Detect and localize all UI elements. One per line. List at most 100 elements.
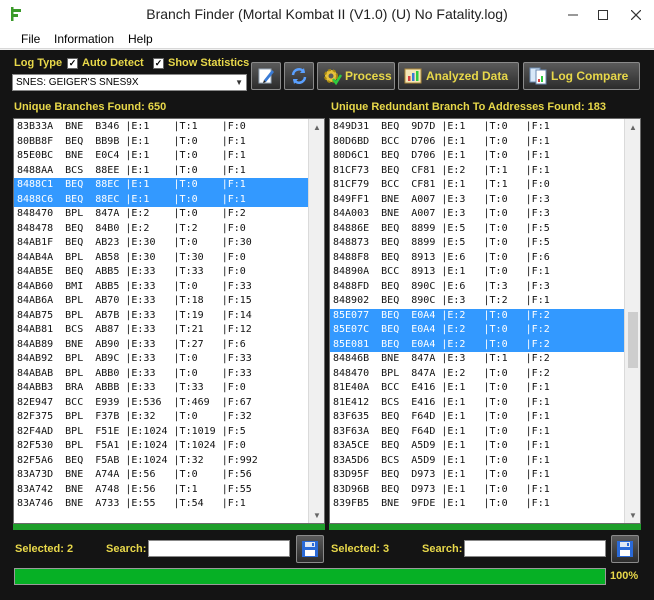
edit-button[interactable] (251, 62, 281, 90)
list-row[interactable]: 83D95F BEQ D973 |E:1 |T:0 |F:1 (330, 468, 625, 483)
analyzed-data-button[interactable]: Analyzed Data (398, 62, 519, 90)
right-save-button[interactable] (611, 535, 639, 563)
list-row[interactable]: 84AB5E BEQ ABB5 |E:33 |T:33 |F:0 (14, 265, 309, 280)
scroll-down-icon[interactable]: ▼ (625, 507, 640, 523)
list-row[interactable]: 839FB5 BNE 9FDE |E:1 |T:0 |F:1 (330, 497, 625, 512)
right-branch-rows: 849D31 BEQ 9D7D |E:1 |T:0 |F:1 80D6BD BCC… (330, 120, 625, 512)
left-selected-count: Selected: 2 (15, 543, 74, 555)
list-row[interactable]: 83A73D BNE A74A |E:56 |T:0 |F:56 (14, 468, 309, 483)
list-row[interactable]: 8488AA BCS 88EE |E:1 |T:0 |F:1 (14, 164, 309, 179)
list-row[interactable]: 848873 BEQ 8899 |E:5 |T:0 |F:5 (330, 236, 625, 251)
list-row[interactable]: 84A003 BNE A007 |E:3 |T:0 |F:3 (330, 207, 625, 222)
right-search-input[interactable] (464, 540, 606, 557)
list-row[interactable]: 85E081 BEQ E0A4 |E:2 |T:0 |F:2 (330, 337, 625, 352)
list-row[interactable]: 84AB1F BEQ AB23 |E:30 |T:0 |F:30 (14, 236, 309, 251)
progress-bar (14, 568, 606, 585)
list-row[interactable]: 82F5A6 BEQ F5AB |E:1024 |T:32 |F:992 (14, 454, 309, 469)
list-row[interactable]: 81CF73 BEQ CF81 |E:2 |T:1 |F:1 (330, 164, 625, 179)
menu-information[interactable]: Information (54, 32, 114, 46)
list-row[interactable]: 84AB60 BMI ABB5 |E:33 |T:0 |F:33 (14, 280, 309, 295)
list-row[interactable]: 83B33A BNE B346 |E:1 |T:1 |F:0 (14, 120, 309, 135)
list-row[interactable]: 83A5CE BEQ A5D9 |E:1 |T:0 |F:1 (330, 439, 625, 454)
log-type-label: Log Type (14, 57, 63, 69)
list-row[interactable]: 84AB6A BPL AB70 |E:33 |T:18 |F:15 (14, 294, 309, 309)
scroll-thumb[interactable] (628, 312, 638, 368)
left-branch-list[interactable]: 83B33A BNE B346 |E:1 |T:1 |F:0 80BB8F BEQ… (13, 118, 325, 524)
list-row[interactable]: 80BB8F BEQ BB9B |E:1 |T:0 |F:1 (14, 135, 309, 150)
minimize-icon (568, 14, 578, 15)
list-row[interactable]: 81CF79 BCC CF81 |E:1 |T:1 |F:0 (330, 178, 625, 193)
list-row[interactable]: 81E412 BCS E416 |E:1 |T:0 |F:1 (330, 396, 625, 411)
right-panel-title: Unique Redundant Branch To Addresses Fou… (331, 101, 607, 113)
refresh-button[interactable] (284, 62, 314, 90)
list-row[interactable]: 82E947 BCC E939 |E:536 |T:469 |F:67 (14, 396, 309, 411)
list-row[interactable]: 85E077 BEQ E0A4 |E:2 |T:0 |F:2 (330, 308, 625, 323)
show-statistics-checkbox[interactable]: ✓ (153, 57, 164, 69)
list-row[interactable]: 83A5D6 BCS A5D9 |E:1 |T:0 |F:1 (330, 454, 625, 469)
auto-detect-label: Auto Detect (82, 57, 144, 69)
list-row[interactable]: 848470 BPL 847A |E:2 |T:0 |F:2 (14, 207, 309, 222)
title-bar: Branch Finder (Mortal Kombat II (V1.0) (… (0, 0, 654, 29)
right-search-label: Search: (422, 543, 463, 555)
left-search-input[interactable] (148, 540, 290, 557)
scroll-track[interactable] (312, 135, 322, 509)
list-row[interactable]: 84AB89 BNE AB90 |E:33 |T:27 |F:6 (14, 338, 309, 353)
list-row[interactable]: 85E07C BEQ E0A4 |E:2 |T:0 |F:2 (330, 323, 625, 338)
list-row[interactable]: 80D6C1 BEQ D706 |E:1 |T:0 |F:1 (330, 149, 625, 164)
close-button[interactable] (618, 0, 654, 29)
list-row[interactable]: 848902 BEQ 890C |E:3 |T:2 |F:1 (330, 294, 625, 309)
list-row[interactable]: 8488C6 BEQ 88EC |E:1 |T:0 |F:1 (14, 192, 309, 207)
list-row[interactable]: 848470 BPL 847A |E:2 |T:0 |F:2 (330, 367, 625, 382)
list-row[interactable]: 84AB92 BPL AB9C |E:33 |T:0 |F:33 (14, 352, 309, 367)
left-scrollbar[interactable]: ▲ ▼ (308, 119, 324, 523)
list-row[interactable]: 84AB75 BPL AB7B |E:33 |T:19 |F:14 (14, 309, 309, 324)
list-row[interactable]: 83F635 BEQ F64D |E:1 |T:0 |F:1 (330, 410, 625, 425)
list-row[interactable]: 84886E BEQ 8899 |E:5 |T:0 |F:5 (330, 222, 625, 237)
list-row[interactable]: 84ABAB BPL ABB0 |E:33 |T:0 |F:33 (14, 367, 309, 382)
right-branch-list[interactable]: 849D31 BEQ 9D7D |E:1 |T:0 |F:1 80D6BD BCC… (329, 118, 641, 524)
list-row[interactable]: 83A746 BNE A733 |E:55 |T:54 |F:1 (14, 497, 309, 512)
list-row[interactable]: 849D31 BEQ 9D7D |E:1 |T:0 |F:1 (330, 120, 625, 135)
minimize-button[interactable] (558, 0, 588, 29)
scroll-up-icon[interactable]: ▲ (625, 119, 640, 135)
list-row[interactable]: 8488F8 BEQ 8913 |E:6 |T:0 |F:6 (330, 251, 625, 266)
list-row[interactable]: 84ABB3 BRA ABBB |E:33 |T:33 |F:0 (14, 381, 309, 396)
list-row[interactable]: 84846B BNE 847A |E:3 |T:1 |F:2 (330, 352, 625, 367)
log-type-value: SNES: GEIGER'S SNES9X (16, 77, 139, 88)
menu-help[interactable]: Help (128, 32, 153, 46)
list-row[interactable]: 82F4AD BPL F51E |E:1024 |T:1019 |F:5 (14, 425, 309, 440)
list-row[interactable]: 83A742 BNE A748 |E:56 |T:1 |F:55 (14, 483, 309, 498)
list-row[interactable]: 83D96B BEQ D973 |E:1 |T:0 |F:1 (330, 483, 625, 498)
progress-fill (15, 569, 605, 584)
left-list-footer-bar (13, 524, 325, 530)
right-list-footer-bar (329, 524, 641, 530)
list-row[interactable]: 82F530 BPL F5A1 |E:1024 |T:1024 |F:0 (14, 439, 309, 454)
left-search-label: Search: (106, 543, 147, 555)
list-row[interactable]: 85E0BC BNE E0C4 |E:1 |T:0 |F:1 (14, 149, 309, 164)
scroll-down-icon[interactable]: ▼ (309, 507, 324, 523)
log-compare-button[interactable]: Log Compare (523, 62, 640, 90)
menu-file[interactable]: File (21, 32, 40, 46)
list-row[interactable]: 82F375 BPL F37B |E:32 |T:0 |F:32 (14, 410, 309, 425)
auto-detect-option[interactable]: ✓ Auto Detect (67, 56, 144, 70)
auto-detect-checkbox[interactable]: ✓ (67, 57, 78, 69)
list-row[interactable]: 84AB81 BCS AB87 |E:33 |T:21 |F:12 (14, 323, 309, 338)
floppy-disk-icon (302, 541, 318, 557)
list-row[interactable]: 8488FD BEQ 890C |E:6 |T:3 |F:3 (330, 280, 625, 295)
log-type-select[interactable]: SNES: GEIGER'S SNES9X ▼ (12, 74, 247, 91)
list-row[interactable]: 84AB4A BPL AB58 |E:30 |T:30 |F:0 (14, 251, 309, 266)
right-scrollbar[interactable]: ▲ ▼ (624, 119, 640, 523)
list-row[interactable]: 80D6BD BCC D706 |E:1 |T:0 |F:1 (330, 135, 625, 150)
list-row[interactable]: 84890A BCC 8913 |E:1 |T:0 |F:1 (330, 265, 625, 280)
list-row[interactable]: 849FF1 BNE A007 |E:3 |T:0 |F:3 (330, 193, 625, 208)
maximize-button[interactable] (588, 0, 618, 29)
scroll-up-icon[interactable]: ▲ (309, 119, 324, 135)
list-row[interactable]: 81E40A BCC E416 |E:1 |T:0 |F:1 (330, 381, 625, 396)
show-statistics-label: Show Statistics (168, 57, 250, 69)
left-save-button[interactable] (296, 535, 324, 563)
show-statistics-option[interactable]: ✓ Show Statistics (153, 56, 249, 70)
list-row[interactable]: 848478 BEQ 84B0 |E:2 |T:2 |F:0 (14, 222, 309, 237)
list-row[interactable]: 8488C1 BEQ 88EC |E:1 |T:0 |F:1 (14, 178, 309, 193)
process-button[interactable]: Process (317, 62, 395, 90)
list-row[interactable]: 83F63A BEQ F64D |E:1 |T:0 |F:1 (330, 425, 625, 440)
